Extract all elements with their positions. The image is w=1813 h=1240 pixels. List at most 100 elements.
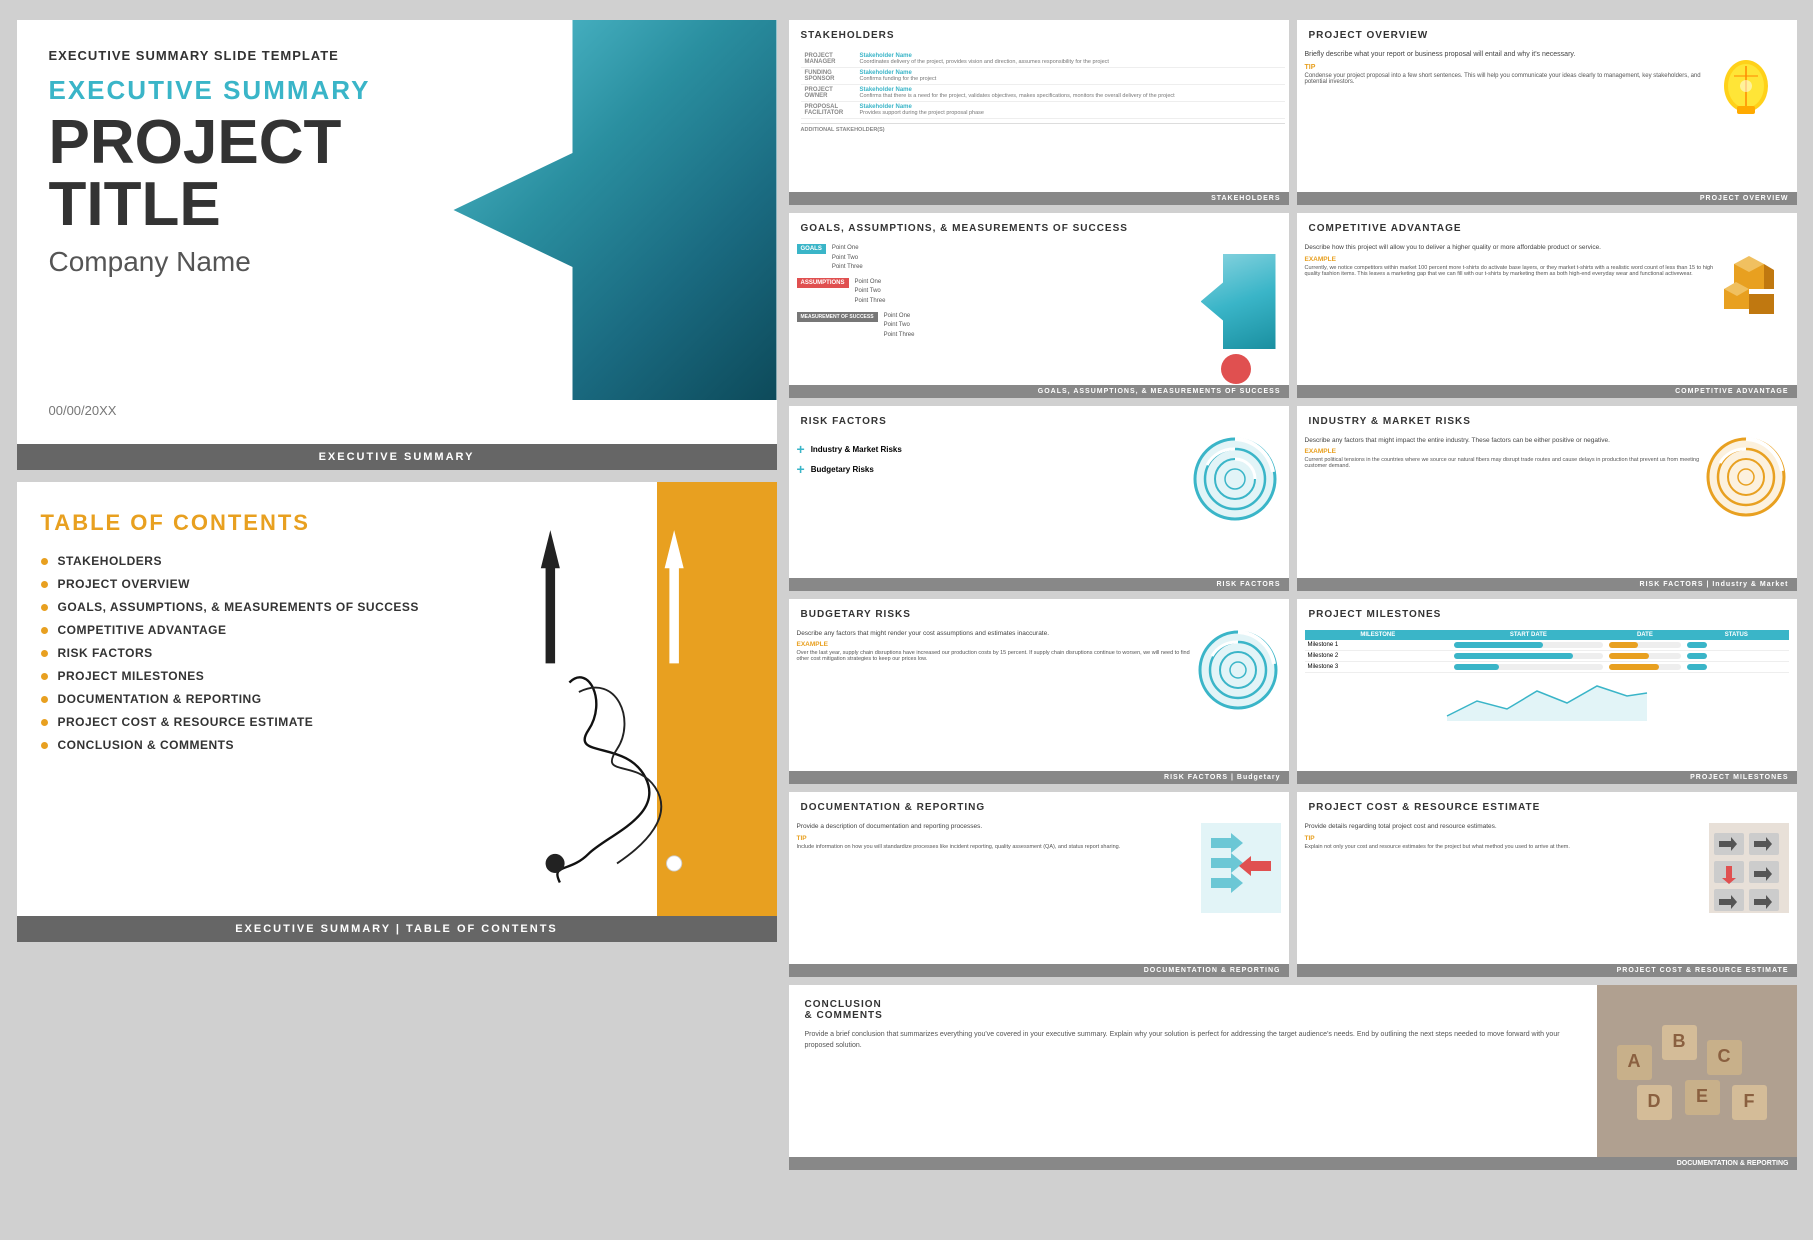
- lightbulb-icon: [1709, 51, 1784, 141]
- documentation-image: [1201, 823, 1281, 913]
- slide1-date: 00/00/20XX: [49, 403, 745, 428]
- budgetary-risks-title: BUDGETARY RISKS: [789, 599, 1289, 626]
- goals-arrow-image: [1201, 254, 1276, 349]
- svg-text:D: D: [1647, 1091, 1660, 1111]
- toc-item-2: PROJECT OVERVIEW: [41, 577, 473, 591]
- project-cost-image: [1709, 823, 1789, 913]
- goals-block-2: ASSUMPTIONS Point One Point Two Point Th…: [797, 278, 1201, 307]
- stakeholders-footer: STAKEHOLDERS: [789, 192, 1289, 205]
- toc-bullet-3: [41, 604, 48, 611]
- stakeholders-table: PROJECT MANAGER Stakeholder NameCoordina…: [801, 51, 1285, 119]
- slide-executive-summary: EXECUTIVE SUMMARY SLIDE TEMPLATE EXECUTI…: [17, 20, 777, 470]
- competitive-advantage-title: COMPETITIVE ADVANTAGE: [1297, 213, 1797, 240]
- milestones-title: PROJECT MILESTONES: [1297, 599, 1797, 626]
- budgetary-example-label: EXAMPLE: [797, 641, 1192, 648]
- project-overview-footer: PROJECT OVERVIEW: [1297, 192, 1797, 205]
- risk-factors-title: RISK FACTORS: [789, 406, 1289, 433]
- toc-item-6: PROJECT MILESTONES: [41, 669, 473, 683]
- slide-project-cost: PROJECT COST & RESOURCE ESTIMATE Provide…: [1297, 792, 1797, 977]
- conclusion-image: A B C D E F: [1597, 985, 1797, 1170]
- documentation-tip: Include information on how you will stan…: [797, 844, 1197, 850]
- toc-footer: EXECUTIVE SUMMARY | TABLE OF CONTENTS: [17, 916, 777, 942]
- toc-title: TABLE OF CONTENTS: [41, 510, 473, 536]
- project-cost-footer: PROJECT COST & RESOURCE ESTIMATE: [1297, 964, 1797, 977]
- budgetary-maze-image: [1198, 630, 1278, 710]
- documentation-title: DOCUMENTATION & REPORTING: [789, 792, 1289, 819]
- toc-item-5: RISK FACTORS: [41, 646, 473, 660]
- slide-project-overview: PROJECT OVERVIEW Briefly describe what y…: [1297, 20, 1797, 205]
- budgetary-risks-footer: RISK FACTORS | Budgetary: [789, 771, 1289, 784]
- goals-block-3: MEASUREMENT OF SUCCESS Point One Point T…: [797, 312, 1201, 341]
- project-overview-tip: Condense your project proposal into a fe…: [1305, 73, 1703, 85]
- stakeholders-title: STAKEHOLDERS: [789, 20, 1289, 47]
- toc-bullet-7: [41, 696, 48, 703]
- toc-left-panel: TABLE OF CONTENTS STAKEHOLDERS PROJECT O…: [17, 482, 497, 916]
- conclusion-body: Provide a brief conclusion that summariz…: [805, 1029, 1581, 1051]
- right-column: STAKEHOLDERS PROJECT MANAGER Stakeholder…: [789, 20, 1797, 1170]
- goals-title: GOALS, ASSUMPTIONS, & MEASUREMENTS OF SU…: [789, 213, 1289, 240]
- risk-item-1: + Industry & Market Risks: [797, 441, 1191, 457]
- project-cost-tip: Explain not only your cost and resource …: [1305, 844, 1705, 850]
- industry-market-example: Current political tensions in the countr…: [1305, 457, 1700, 469]
- main-grid: EXECUTIVE SUMMARY SLIDE TEMPLATE EXECUTI…: [17, 20, 1797, 1182]
- project-cost-body: Provide details regarding total project …: [1305, 823, 1705, 830]
- toc-item-3: GOALS, ASSUMPTIONS, & MEASUREMENTS OF SU…: [41, 600, 473, 614]
- table-row: Milestone 2: [1305, 651, 1789, 662]
- risk-plus-icon-1: +: [797, 441, 805, 457]
- industry-market-footer: RISK FACTORS | Industry & Market: [1297, 578, 1797, 591]
- toc-bullet-4: [41, 627, 48, 634]
- toc-bullet-5: [41, 650, 48, 657]
- milestones-table: MILESTONE START DATE DATE STATUS Milesto…: [1305, 630, 1789, 673]
- risk-plus-icon-2: +: [797, 461, 805, 477]
- project-overview-title: PROJECT OVERVIEW: [1297, 20, 1797, 47]
- left-column: EXECUTIVE SUMMARY SLIDE TEMPLATE EXECUTI…: [17, 20, 777, 1170]
- toc-bullet-8: [41, 719, 48, 726]
- conclusion-title: CONCLUSION & COMMENTS: [805, 999, 1581, 1021]
- goals-block-1: GOALS Point One Point Two Point Three: [797, 244, 1201, 273]
- project-overview-tip-label: TIP: [1305, 64, 1703, 71]
- competitive-advantage-image: [1719, 244, 1789, 334]
- toc-bullet-6: [41, 673, 48, 680]
- risk-factors-maze-image: [1193, 437, 1278, 522]
- industry-market-example-label: EXAMPLE: [1305, 448, 1700, 455]
- toc-bullet-1: [41, 558, 48, 565]
- documentation-footer: DOCUMENTATION & REPORTING: [789, 964, 1289, 977]
- goals-tag-1: GOALS: [797, 244, 826, 254]
- risk-item-2: + Budgetary Risks: [797, 461, 1191, 477]
- toc-items-list: STAKEHOLDERS PROJECT OVERVIEW GOALS, ASS…: [41, 554, 473, 752]
- conclusion-image-svg: A B C D E F: [1597, 985, 1797, 1165]
- slide-goals: GOALS, ASSUMPTIONS, & MEASUREMENTS OF SU…: [789, 213, 1289, 398]
- svg-text:E: E: [1695, 1086, 1707, 1106]
- milestones-footer: PROJECT MILESTONES: [1297, 771, 1797, 784]
- risk-factors-footer: RISK FACTORS: [789, 578, 1289, 591]
- toc-item-8: PROJECT COST & RESOURCE ESTIMATE: [41, 715, 473, 729]
- additional-stakeholders: ADDITIONAL STAKEHOLDER(S): [801, 123, 1285, 133]
- goals-red-circle: [1221, 354, 1251, 384]
- milestones-chart: [1305, 681, 1789, 721]
- project-overview-body: Briefly describe what your report or bus…: [1305, 51, 1703, 58]
- industry-market-body: Describe any factors that might impact t…: [1305, 437, 1700, 444]
- table-row: FUNDING SPONSOR Stakeholder NameConfirms…: [801, 68, 1285, 85]
- slide-industry-market-risks: INDUSTRY & MARKET RISKS Describe any fac…: [1297, 406, 1797, 591]
- budgetary-example: Over the last year, supply chain disrupt…: [797, 650, 1192, 662]
- slide-stakeholders: STAKEHOLDERS PROJECT MANAGER Stakeholder…: [789, 20, 1289, 205]
- industry-maze-image: [1706, 437, 1786, 517]
- toc-item-4: COMPETITIVE ADVANTAGE: [41, 623, 473, 637]
- industry-market-title: INDUSTRY & MARKET RISKS: [1297, 406, 1797, 433]
- toc-bullet-9: [41, 742, 48, 749]
- slide-toc: TABLE OF CONTENTS STAKEHOLDERS PROJECT O…: [17, 482, 777, 942]
- comp-adv-footer: COMPETITIVE ADVANTAGE: [1297, 385, 1797, 398]
- documentation-tip-label: TIP: [797, 835, 1197, 842]
- project-cost-tip-label: TIP: [1305, 835, 1705, 842]
- slide-project-milestones: PROJECT MILESTONES MILESTONE START DATE …: [1297, 599, 1797, 784]
- table-row: PROJECT MANAGER Stakeholder NameCoordina…: [801, 51, 1285, 68]
- goals-tag-3: MEASUREMENT OF SUCCESS: [797, 312, 878, 322]
- svg-text:F: F: [1743, 1091, 1754, 1111]
- slide-documentation: DOCUMENTATION & REPORTING Provide a desc…: [789, 792, 1289, 977]
- goals-tag-2: ASSUMPTIONS: [797, 278, 849, 288]
- slide-risk-factors: RISK FACTORS + Industry & Market Risks +…: [789, 406, 1289, 591]
- svg-text:C: C: [1717, 1046, 1730, 1066]
- toc-item-1: STAKEHOLDERS: [41, 554, 473, 568]
- budgetary-risks-body: Describe any factors that might render y…: [797, 630, 1192, 637]
- documentation-body: Provide a description of documentation a…: [797, 823, 1197, 830]
